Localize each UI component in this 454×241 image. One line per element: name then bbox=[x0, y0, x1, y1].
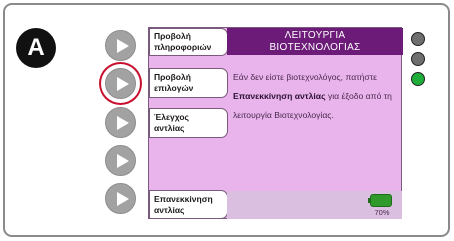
softkey-label: επιλογών bbox=[154, 83, 194, 93]
nav-button-1[interactable] bbox=[105, 30, 136, 61]
nav-button-3[interactable] bbox=[105, 107, 136, 138]
softkey-label: αντλίας bbox=[154, 123, 185, 133]
softkey-check-pump[interactable]: Έλεγχος αντλίας bbox=[149, 108, 228, 138]
softkey-label: αντλίας bbox=[154, 204, 185, 215]
indicator-light-grey bbox=[411, 52, 425, 66]
battery-level: 70% bbox=[374, 208, 390, 217]
nav-button-4[interactable] bbox=[105, 145, 136, 176]
nav-button-2-highlighted[interactable] bbox=[105, 68, 136, 99]
battery-icon bbox=[368, 194, 392, 207]
header-line-2: ΒΙΟΤΕΧΝΟΛΟΓΙΑΣ bbox=[269, 41, 361, 53]
play-arrow-icon bbox=[117, 154, 129, 168]
softkey-view-info[interactable]: Προβολή πληροφοριών bbox=[149, 28, 228, 56]
screen-message: Εάν δεν είστε βιοτεχνολόγος, πατήστε Επα… bbox=[233, 72, 392, 120]
softkey-label: Προβολή bbox=[154, 72, 191, 82]
pump-screen: Προβολή πληροφοριών Προβολή επιλογών Έλεγχ… bbox=[148, 27, 403, 219]
header-line-1: ΛΕΙΤΟΥΡΓΙΑ bbox=[284, 30, 346, 41]
softkey-restart-pump[interactable]: Επανεκκίνηση αντλίας bbox=[149, 190, 228, 219]
softkey-label: Επανεκκίνηση bbox=[154, 193, 213, 204]
play-arrow-icon bbox=[117, 77, 129, 91]
step-badge: A bbox=[16, 28, 56, 68]
play-arrow-icon bbox=[117, 192, 129, 206]
play-arrow-icon bbox=[117, 39, 129, 53]
play-arrow-icon bbox=[117, 116, 129, 130]
screen-header: ΛΕΙΤΟΥΡΓΙΑ ΒΙΟΤΕΧΝΟΛΟΓΙΑΣ bbox=[227, 28, 403, 55]
softkey-view-options[interactable]: Προβολή επιλογών bbox=[149, 68, 228, 98]
indicator-light-green bbox=[411, 72, 425, 86]
indicator-light-grey bbox=[411, 32, 425, 46]
nav-button-5[interactable] bbox=[105, 183, 136, 214]
softkey-label: Έλεγχος bbox=[154, 112, 189, 122]
softkey-label: Προβολή bbox=[154, 31, 191, 41]
softkey-label: πληροφοριών bbox=[154, 42, 212, 52]
message-emphasis: Επανεκκίνηση αντλίας bbox=[233, 91, 326, 101]
